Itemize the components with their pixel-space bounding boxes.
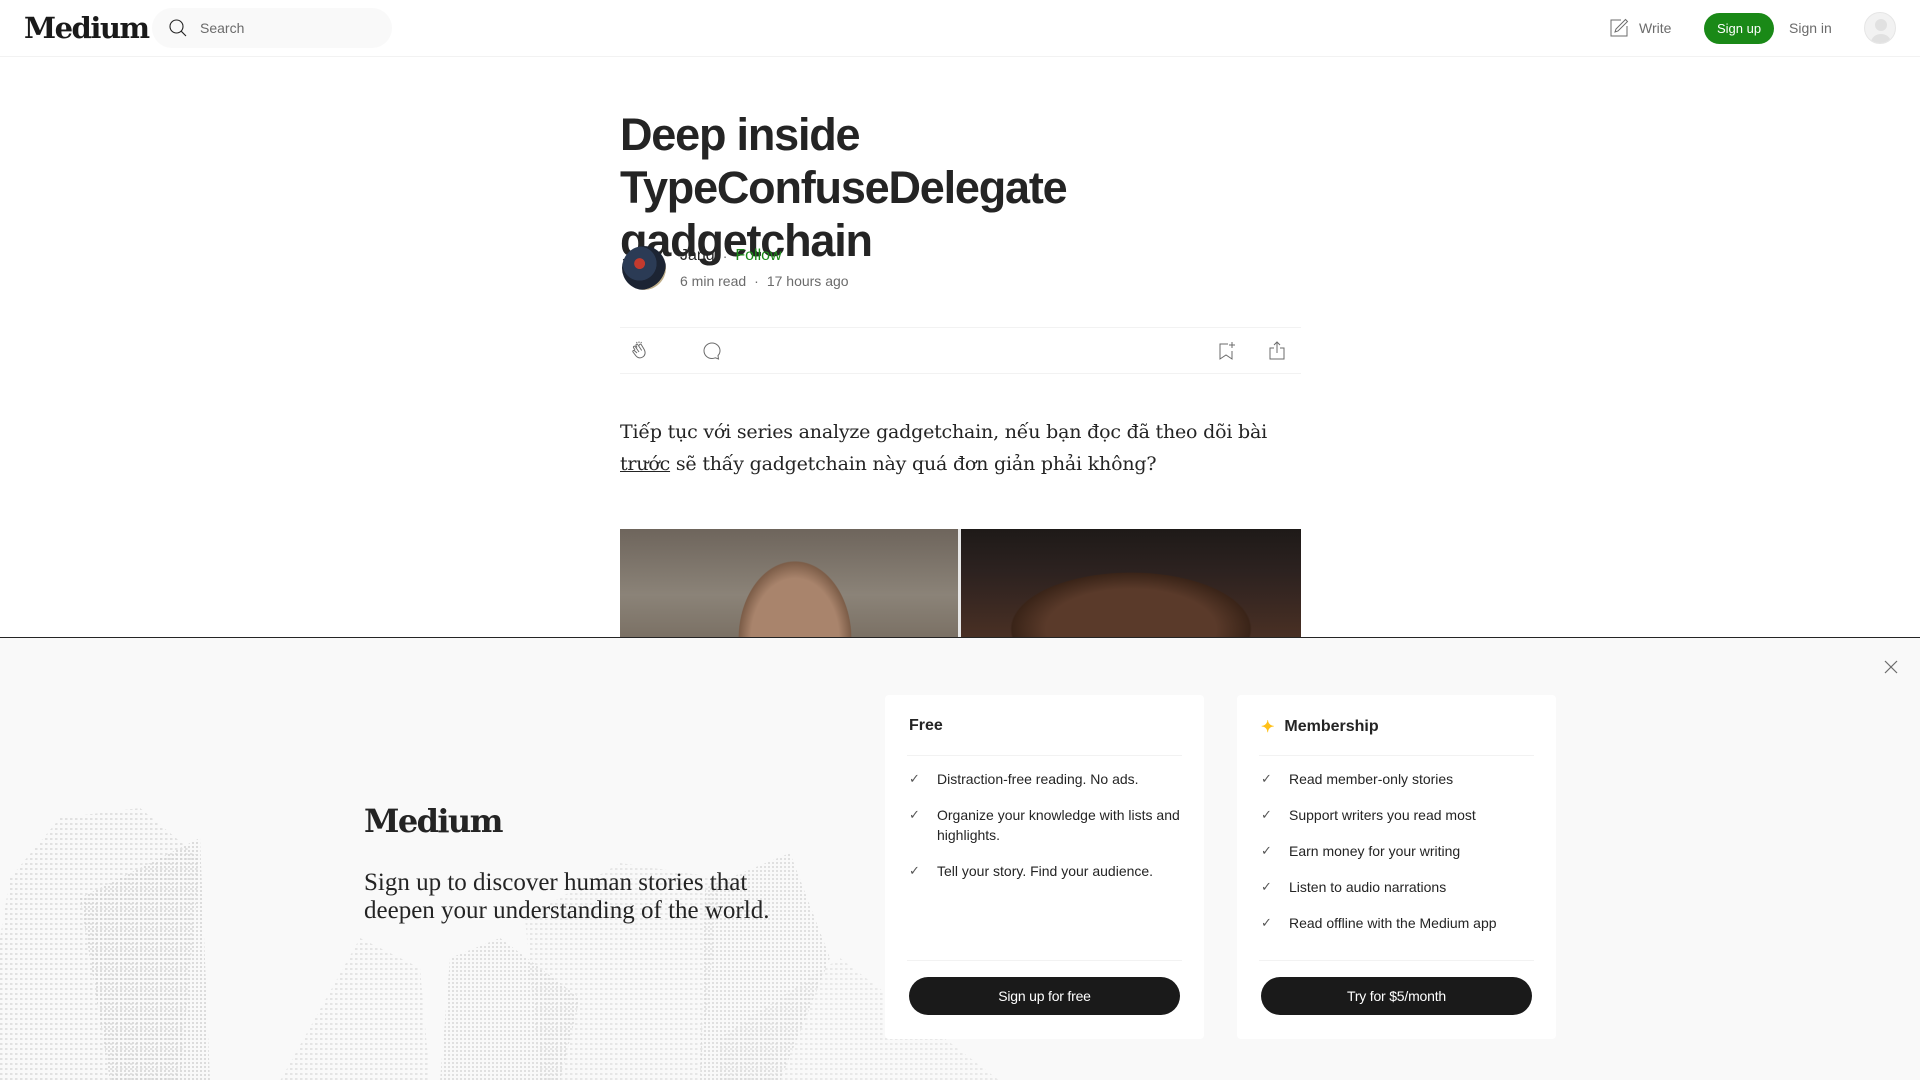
check-icon: ✓ [909,771,920,786]
feature-text: Support writers you read most [1289,807,1476,823]
author-avatar[interactable] [622,246,666,290]
feature-text: Distraction-free reading. No ads. [937,771,1139,787]
comment-icon[interactable] [700,339,724,363]
write-icon [1610,18,1629,37]
feature-text: Read offline with the Medium app [1289,915,1497,931]
feature-item: ✓ Organize your knowledge with lists and … [909,805,1184,845]
check-icon: ✓ [1261,879,1272,894]
check-icon: ✓ [909,863,920,878]
user-placeholder-icon [1870,19,1892,43]
feature-item: ✓ Distraction-free reading. No ads. [909,769,1184,789]
signin-link[interactable]: Sign in [1789,20,1832,36]
plan-title-text: Membership [1284,718,1379,735]
share-icon[interactable] [1265,339,1289,363]
overlay-tagline: Sign up to discover human stories that d… [364,869,770,924]
separator-dot: · [722,248,728,264]
check-icon: ✓ [1261,843,1272,858]
article-title: Deep inside TypeConfuseDelegate gadgetch… [620,109,1068,266]
feature-text: Listen to audio narrations [1289,879,1447,895]
paragraph-text: Tiếp tục với series analyze gadgetchain,… [620,421,1268,443]
feature-text: Tell your story. Find your audience. [937,863,1154,879]
plan-title: Free [909,717,943,735]
check-icon: ✓ [1261,915,1272,930]
overlay-medium-logo: Medium [364,802,503,840]
feature-item: ✓ Support writers you read most [1261,805,1536,825]
feature-item: ✓ Tell your story. Find your audience. [909,861,1184,881]
user-avatar[interactable] [1864,12,1896,44]
star-icon: ✦ [1261,719,1275,736]
plan-title: ✦ Membership [1261,717,1379,737]
signup-free-button[interactable]: Sign up for free [909,977,1180,1015]
feature-text: Read member-only stories [1289,771,1454,787]
author-meta: Jang · Follow 6 min read · 17 hours ago [680,245,849,291]
feature-text: Organize your knowledge with lists and h… [937,807,1180,843]
close-icon[interactable] [1881,657,1901,677]
paragraph-text: sẽ thấy gadgetchain này quá đơn giản phả… [670,453,1157,475]
plan-features: ✓ Distraction-free reading. No ads. ✓ Orga… [909,769,1184,897]
search-icon [169,19,187,37]
write-button[interactable]: Write [1607,16,1671,40]
publish-time: 17 hours ago [766,273,849,289]
divider [907,960,1182,961]
plan-card-membership: ✦ Membership ✓ Read member-only stories ✓ S… [1237,695,1556,1039]
separator-dot: · [754,273,759,289]
signup-button[interactable]: Sign up [1704,13,1774,44]
check-icon: ✓ [1261,771,1272,786]
feature-item: ✓ Read member-only stories [1261,769,1536,789]
article-paragraph: Tiếp tục với series analyze gadgetchain,… [620,416,1301,480]
author-name[interactable]: Jang [680,245,715,267]
clap-icon[interactable] [628,339,652,363]
follow-button[interactable]: Follow [735,245,781,267]
feature-item: ✓ Read offline with the Medium app [1261,913,1536,933]
top-nav: Medium Write Sign up Sign in [0,0,1920,57]
search-input[interactable] [200,20,370,36]
divider [1259,960,1534,961]
feature-item: ✓ Listen to audio narrations [1261,877,1536,897]
plan-features: ✓ Read member-only stories ✓ Support write… [1261,769,1536,949]
signup-overlay: Medium Sign up to discover human stories… [0,637,1920,1080]
check-icon: ✓ [909,807,920,822]
feature-text: Earn money for your writing [1289,843,1461,859]
try-membership-button[interactable]: Try for $5/month [1261,977,1532,1015]
bookmark-add-icon[interactable] [1214,339,1238,363]
article-action-bar [620,327,1301,374]
medium-logo[interactable]: Medium [24,11,150,45]
previous-post-link[interactable]: trước [620,453,670,475]
image-right-face [961,529,1301,639]
divider [1259,755,1534,756]
search-bar[interactable] [152,8,392,48]
divider [907,755,1182,756]
read-time: 6 min read [680,273,747,289]
plan-title-text: Free [909,717,943,734]
image-left-face [620,529,958,639]
feature-item: ✓ Earn money for your writing [1261,841,1536,861]
plan-card-free: Free ✓ Distraction-free reading. No ads. … [885,695,1204,1039]
check-icon: ✓ [1261,807,1272,822]
author-block: Jang · Follow 6 min read · 17 hours ago [620,245,849,291]
article-image [620,529,1301,639]
write-label: Write [1639,20,1672,36]
